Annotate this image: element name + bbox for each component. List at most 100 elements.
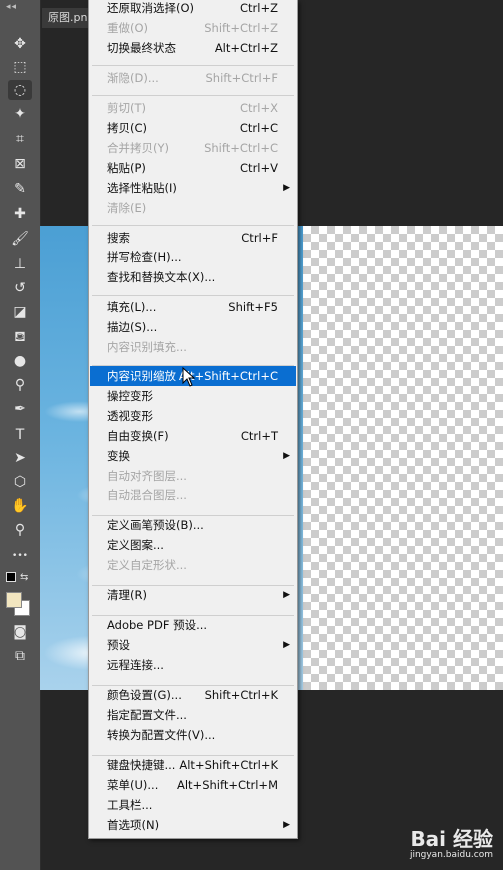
document-tab-title: 原图.pn <box>48 11 88 24</box>
eyedropper-tool-icon[interactable]: ✎ <box>8 179 32 199</box>
menu-item[interactable]: 拷贝(C) Ctrl+C <box>90 118 296 138</box>
menu-item[interactable]: 还原取消选择(O) Ctrl+Z <box>90 0 296 18</box>
submenu-arrow-icon: ▶ <box>283 183 290 193</box>
menu-item-label: 搜索 <box>107 231 130 245</box>
brush-tool-icon[interactable]: 🖌 <box>8 229 32 249</box>
menu-item-shortcut: Alt+Shift+Ctrl+K <box>179 758 278 772</box>
clone-stamp-tool-icon[interactable]: ⊥ <box>8 254 32 274</box>
menu-item-label: 渐隐(D)... <box>107 71 159 85</box>
menu-item[interactable]: 指定配置文件... <box>90 705 296 725</box>
menu-item[interactable]: 填充(L)... Shift+F5 <box>90 297 296 317</box>
menu-item-shortcut: Shift+Ctrl+K <box>204 688 278 702</box>
menu-item[interactable]: 定义画笔预设(B)... <box>90 515 296 535</box>
menu-item[interactable]: 查找和替换文本(X)... <box>90 267 296 287</box>
menu-item-label: 定义图案... <box>107 538 164 552</box>
menu-item[interactable]: 远程连接... <box>90 655 296 675</box>
menu-item[interactable]: 透视变形 <box>90 406 296 426</box>
collapse-icon[interactable]: ◂◂ <box>6 2 17 12</box>
paint-bucket-tool-icon[interactable]: ⛾ <box>8 327 32 347</box>
menu-item[interactable]: 转换为配置文件(V)... <box>90 725 296 745</box>
menu-item[interactable]: 工具栏... <box>90 795 296 815</box>
menu-item: 渐隐(D)... Shift+Ctrl+F <box>90 68 296 88</box>
hand-tool-icon[interactable]: ✋ <box>8 496 32 516</box>
menu-item: 自动混合图层... <box>90 485 296 505</box>
menu-item-label: 自动对齐图层... <box>107 469 187 483</box>
menu-item-label: 还原取消选择(O) <box>107 1 195 15</box>
menu-item[interactable]: 清理(R) ▶ <box>90 585 296 605</box>
screen-mode-icon[interactable]: ⧉ <box>8 646 32 666</box>
watermark: Bai 经验 jingyan.baidu.com <box>410 828 493 860</box>
menu-item: 剪切(T) Ctrl+X <box>90 98 296 118</box>
menu-separator <box>92 295 294 296</box>
lasso-tool-icon[interactable]: ◌ <box>8 80 32 100</box>
menu-item-label: 拷贝(C) <box>107 121 148 135</box>
menu-item[interactable]: 描边(S)... <box>90 317 296 337</box>
dodge-tool-icon[interactable]: ⚲ <box>8 375 32 395</box>
pen-tool-icon[interactable]: ✒ <box>8 399 32 419</box>
menu-separator <box>92 65 294 66</box>
menu-item: 清除(E) <box>90 198 296 218</box>
menu-item[interactable]: 选择性粘贴(I) ▶ <box>90 178 296 198</box>
marquee-tool-icon[interactable]: ⬚ <box>8 57 32 77</box>
menu-item-label: 合并拷贝(Y) <box>107 141 169 155</box>
menu-item-label: 定义画笔预设(B)... <box>107 518 204 532</box>
magic-wand-tool-icon[interactable]: ✦ <box>8 104 32 124</box>
foreground-color-swatch[interactable] <box>6 592 22 608</box>
menu-item-label: 操控变形 <box>107 389 153 403</box>
menu-item-label: 切换最终状态 <box>107 41 176 55</box>
shape-tool-icon[interactable]: ⬡ <box>8 472 32 492</box>
menu-item-label: 查找和替换文本(X)... <box>107 270 216 284</box>
zoom-tool-icon[interactable]: ⚲ <box>8 520 32 540</box>
frame-tool-icon[interactable]: ⊠ <box>8 154 32 174</box>
menu-item-label: 选择性粘贴(I) <box>107 181 177 195</box>
menu-item-label: 菜单(U)... <box>107 778 159 792</box>
menu-item[interactable]: 粘贴(P) Ctrl+V <box>90 158 296 178</box>
menu-item-label: 首选项(N) <box>107 818 160 832</box>
menu-item-label: Adobe PDF 预设... <box>107 618 208 632</box>
more-tools-icon[interactable]: ••• <box>8 546 32 566</box>
quick-mask-icon[interactable]: ◙ <box>8 622 32 642</box>
menu-item-label: 预设 <box>107 638 130 652</box>
menu-item[interactable]: 菜单(U)... Alt+Shift+Ctrl+M <box>90 775 296 795</box>
menu-item[interactable]: 搜索 Ctrl+F <box>90 228 296 248</box>
menu-item: 重做(O) Shift+Ctrl+Z <box>90 18 296 38</box>
menu-item[interactable]: 预设 ▶ <box>90 635 296 655</box>
menu-item[interactable]: 颜色设置(G)... Shift+Ctrl+K <box>90 685 296 705</box>
crop-tool-icon[interactable]: ⌗ <box>8 129 32 149</box>
default-colors-icon[interactable] <box>6 572 16 582</box>
menu-item-label: 拼写检查(H)... <box>107 250 182 264</box>
blur-tool-icon[interactable]: ● <box>8 351 32 371</box>
swap-colors-icon[interactable]: ⇆ <box>20 572 28 583</box>
menu-item-label: 工具栏... <box>107 798 153 812</box>
menu-item[interactable]: 自由变换(F) Ctrl+T <box>90 426 296 446</box>
menu-item: 合并拷贝(Y) Shift+Ctrl+C <box>90 138 296 158</box>
menu-item-shortcut: Ctrl+V <box>240 161 278 175</box>
tools-panel: ◂◂ ✥ ⬚ ◌ ✦ ⌗ ⊠ ✎ ✚ 🖌 ⊥ ↺ ◪ ⛾ ● ⚲ ✒ T ➤ ⬡ ✋ ⚲ ••• ◙ ⧉ ⇆ <box>0 0 41 870</box>
menu-item-label: 剪切(T) <box>107 101 146 115</box>
menu-item-label: 变换 <box>107 449 130 463</box>
menu-item[interactable]: Adobe PDF 预设... <box>90 615 296 635</box>
menu-item[interactable]: 变换 ▶ <box>90 446 296 466</box>
menu-item-label: 清理(R) <box>107 588 147 602</box>
menu-item[interactable]: 拼写检查(H)... <box>90 247 296 267</box>
menu-item-label: 键盘快捷键... <box>107 758 176 772</box>
history-brush-tool-icon[interactable]: ↺ <box>8 278 32 298</box>
type-tool-icon[interactable]: T <box>8 425 32 445</box>
canvas-transparent-area <box>303 226 503 690</box>
menu-item-label: 定义自定形状... <box>107 558 187 572</box>
menu-separator <box>92 225 294 226</box>
menu-item[interactable]: 操控变形 <box>90 386 296 406</box>
menu-item[interactable]: 切换最终状态 Alt+Ctrl+Z <box>90 38 296 58</box>
menu-item-shortcut: Alt+Shift+Ctrl+M <box>176 778 278 792</box>
healing-brush-tool-icon[interactable]: ✚ <box>8 204 32 224</box>
path-selection-tool-icon[interactable]: ➤ <box>8 448 32 468</box>
move-tool-icon[interactable]: ✥ <box>8 34 32 54</box>
eraser-tool-icon[interactable]: ◪ <box>8 302 32 322</box>
menu-item-shortcut: Ctrl+F <box>241 231 278 245</box>
menu-item[interactable]: 定义图案... <box>90 535 296 555</box>
menu-item: 内容识别填充... <box>90 337 296 357</box>
menu-item[interactable]: 键盘快捷键... Alt+Shift+Ctrl+K <box>90 755 296 775</box>
menu-item[interactable]: 首选项(N) ▶ <box>90 815 296 835</box>
menu-item-shortcut: Shift+Ctrl+Z <box>204 21 278 35</box>
watermark-url: jingyan.baidu.com <box>409 850 493 860</box>
